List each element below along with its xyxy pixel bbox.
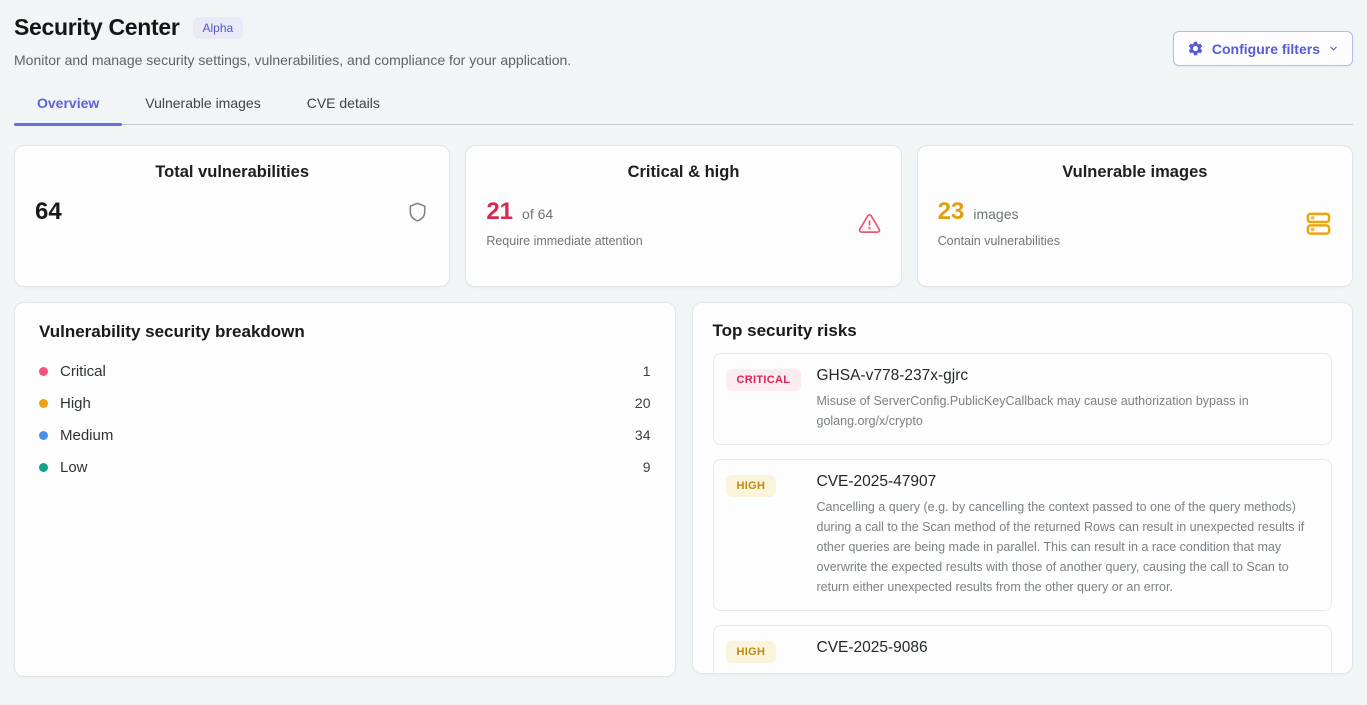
critical-dot-icon — [39, 367, 48, 376]
configure-filters-label: Configure filters — [1212, 41, 1320, 57]
risk-id: CVE-2025-47907 — [817, 473, 1314, 491]
vulnerable-images-subtitle: Contain vulnerabilities — [938, 234, 1060, 248]
risk-item-ghsa-v778-237x-gjrc[interactable]: Critical GHSA-v778-237x-gjrc Misuse of S… — [713, 353, 1333, 445]
total-vulnerabilities-value: 64 — [35, 198, 62, 226]
breakdown-title: Vulnerability security breakdown — [39, 322, 651, 342]
risk-id: GHSA-v778-237x-gjrc — [817, 367, 1314, 385]
configure-filters-button[interactable]: Configure filters — [1173, 31, 1353, 66]
breakdown-count: 20 — [635, 395, 651, 411]
warning-triangle-icon — [858, 212, 881, 235]
risk-description: Cancelling a query (e.g. by cancelling t… — [817, 497, 1314, 597]
breakdown-row-high: High 20 — [39, 387, 651, 419]
top-security-risks-card: Top security risks Critical GHSA-v778-23… — [692, 302, 1354, 674]
breakdown-row-low: Low 9 — [39, 451, 651, 483]
card-title: Total vulnerabilities — [35, 163, 429, 182]
vulnerable-images-value: 23 — [938, 198, 965, 226]
breakdown-label: High — [60, 395, 91, 412]
risk-item-cve-2025-9086[interactable]: High CVE-2025-9086 — [713, 625, 1333, 674]
vulnerability-breakdown-card: Vulnerability security breakdown Critica… — [14, 302, 676, 677]
alpha-badge: Alpha — [193, 17, 244, 39]
critical-high-value: 21 — [486, 198, 513, 226]
risk-description: Misuse of ServerConfig.PublicKeyCallback… — [817, 391, 1314, 431]
breakdown-label: Medium — [60, 427, 113, 444]
tab-overview[interactable]: Overview — [14, 85, 122, 124]
critical-high-subtitle: Require immediate attention — [486, 234, 642, 248]
high-dot-icon — [39, 399, 48, 408]
risk-id: CVE-2025-9086 — [817, 639, 1314, 657]
risk-item-cve-2025-47907[interactable]: High CVE-2025-47907 Cancelling a query (… — [713, 459, 1333, 611]
server-stack-icon — [1305, 211, 1332, 236]
page-subtitle: Monitor and manage security settings, vu… — [14, 52, 571, 68]
tab-bar: Overview Vulnerable images CVE details — [14, 85, 1353, 125]
card-title: Critical & high — [486, 163, 880, 182]
main-row: Vulnerability security breakdown Critica… — [14, 302, 1353, 677]
shield-icon — [406, 201, 429, 224]
page-header: Security Center Alpha Monitor and manage… — [14, 14, 1353, 68]
risk-list: Critical GHSA-v778-237x-gjrc Misuse of S… — [713, 353, 1333, 674]
vulnerable-images-suffix: images — [973, 206, 1018, 222]
summary-cards-row: Total vulnerabilities 64 Critical & high… — [14, 145, 1353, 287]
severity-badge-high: High — [726, 475, 777, 497]
breakdown-row-critical: Critical 1 — [39, 355, 651, 387]
card-title: Vulnerable images — [938, 163, 1332, 182]
breakdown-count: 9 — [643, 459, 651, 475]
critical-high-suffix: of 64 — [522, 206, 553, 222]
breakdown-count: 1 — [643, 363, 651, 379]
tab-cve-details[interactable]: CVE details — [284, 85, 403, 124]
tab-vulnerable-images[interactable]: Vulnerable images — [122, 85, 283, 124]
breakdown-label: Low — [60, 459, 88, 476]
total-vulnerabilities-card: Total vulnerabilities 64 — [14, 145, 450, 287]
page-title: Security Center — [14, 14, 180, 41]
breakdown-count: 34 — [635, 427, 651, 443]
security-center-page: Security Center Alpha Monitor and manage… — [0, 0, 1367, 677]
gear-icon — [1187, 40, 1204, 57]
critical-high-card: Critical & high 21 of 64 Require immedia… — [465, 145, 901, 287]
vulnerable-images-card: Vulnerable images 23 images Contain vuln… — [917, 145, 1353, 287]
title-row: Security Center Alpha — [14, 14, 571, 41]
medium-dot-icon — [39, 431, 48, 440]
breakdown-row-medium: Medium 34 — [39, 419, 651, 451]
severity-badge-high: High — [726, 641, 777, 663]
header-left: Security Center Alpha Monitor and manage… — [14, 14, 571, 68]
breakdown-rows: Critical 1 High 20 Medium 34 Low 9 — [39, 355, 651, 483]
chevron-down-icon — [1328, 43, 1339, 54]
top-risks-title: Top security risks — [713, 321, 1333, 341]
severity-badge-critical: Critical — [726, 369, 802, 391]
breakdown-label: Critical — [60, 363, 106, 380]
low-dot-icon — [39, 463, 48, 472]
